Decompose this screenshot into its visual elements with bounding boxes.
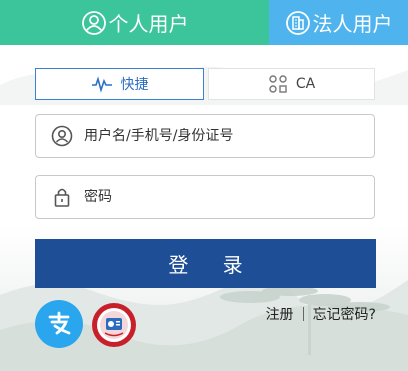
footer-links: 注册 忘记密码? [266,304,376,324]
forgot-password-link[interactable]: 忘记密码? [313,304,376,324]
username-input[interactable] [84,128,344,144]
username-field [35,114,375,158]
tab-legal-user[interactable]: 法人用户 [269,0,408,45]
register-link[interactable]: 注册 [266,304,294,324]
method-ca-label: CA [295,76,316,92]
method-quick-button[interactable]: 快捷 [35,68,204,100]
link-divider [302,307,304,321]
login-method-toggle: 快捷 CA [35,68,375,100]
method-quick-label: 快捷 [120,77,149,93]
login-button[interactable]: 登 录 [35,239,376,288]
social-security-card-icon[interactable] [91,302,137,348]
password-input[interactable] [84,189,344,205]
lock-icon [51,186,73,208]
user-icon [51,125,73,147]
tab-legal-label: 法人用户 [312,12,393,36]
tab-personal-label: 个人用户 [108,12,189,36]
user-type-tabs: 个人用户 法人用户 [0,0,408,45]
tab-personal-user[interactable]: 个人用户 [0,0,269,45]
pulse-icon [91,75,113,93]
alipay-icon[interactable] [35,300,83,348]
ca-key-icon [268,74,288,94]
password-field [35,175,375,219]
building-circle-icon [285,10,311,36]
method-ca-button[interactable]: CA [208,68,375,100]
person-circle-icon [81,10,107,36]
